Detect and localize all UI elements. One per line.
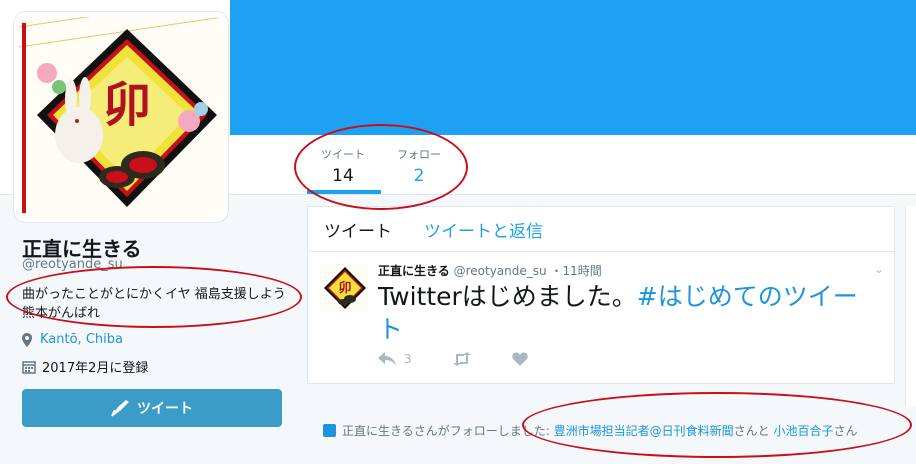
retweet-icon <box>452 352 471 366</box>
active-stat-indicator <box>307 190 381 194</box>
avatar-kanji: 卯 <box>103 77 151 133</box>
tab-tweets[interactable]: ツイート <box>308 217 408 242</box>
follow-notice-suffix: さん <box>833 424 858 438</box>
tweet-avatar[interactable]: 卯 <box>320 264 368 312</box>
heart-icon <box>511 352 528 366</box>
tweet-text: Twitterはじめました。#はじめてのツイート <box>378 280 878 346</box>
profile-location[interactable]: Kantō, Chiba <box>22 332 123 347</box>
reply-icon <box>378 352 396 366</box>
chevron-down-icon[interactable]: ⌄ <box>874 262 884 276</box>
profile-bio: 曲がったことがとにかくイヤ 福島支援しよう 熊本がんばれ <box>22 287 286 321</box>
tweet-button-label: ツイート <box>137 400 193 416</box>
profile-joined-text: 2017年2月に登録 <box>42 361 149 376</box>
tweet-time[interactable]: ・11時間 <box>550 264 601 278</box>
reply-count: 3 <box>404 352 412 366</box>
followed-account-1[interactable]: 豊洲市場担当記者@日刊食料新聞 <box>554 424 734 438</box>
avatar-image: 卯 <box>19 17 223 217</box>
tweet-text-body: Twitterはじめました。 <box>378 282 637 311</box>
tweet-item[interactable]: 卯 正直に生きる @reotyande_su ・11時間 ⌄ Twitterはじ… <box>308 252 894 384</box>
header-banner <box>230 0 916 135</box>
compose-quill-icon <box>111 400 129 417</box>
profile-handle[interactable]: @reotyande_su <box>22 257 123 272</box>
stat-tweets[interactable]: ツイート 14 <box>318 146 368 186</box>
right-sidebar-card <box>905 206 916 406</box>
tweet-actions: 3 <box>378 352 568 366</box>
profile-joined: 2017年2月に登録 <box>22 357 148 376</box>
person-icon <box>323 424 336 437</box>
tweet-avatar-kanji: 卯 <box>338 280 351 296</box>
tweet-author[interactable]: 正直に生きる <box>378 264 450 278</box>
tweet-header: 正直に生きる @reotyande_su ・11時間 <box>378 262 602 279</box>
followed-account-2[interactable]: 小池百合子 <box>773 424 833 438</box>
profile-location-text: Kantō, Chiba <box>40 332 123 347</box>
follow-notice: 正直に生きるさんがフォローしました: 豊洲市場担当記者@日刊食料新聞さんと 小池… <box>323 422 913 440</box>
stat-tweets-value: 14 <box>332 166 354 186</box>
calendar-icon <box>22 360 36 374</box>
tweet-handle[interactable]: @reotyande_su <box>454 264 547 278</box>
follow-notice-middle: さんと <box>733 424 774 438</box>
stat-tweets-label: ツイート <box>321 148 365 161</box>
like-action[interactable] <box>511 352 528 366</box>
timeline-tabs: ツイート ツイートと返信 <box>308 207 894 252</box>
location-pin-icon <box>22 332 32 347</box>
timeline-card: ツイート ツイートと返信 卯 正直に生きる @reotyande_su ・11時… <box>307 206 895 384</box>
follow-notice-prefix: 正直に生きるさんがフォローしました: <box>342 424 554 438</box>
tweet-button[interactable]: ツイート <box>22 389 282 427</box>
stat-following-label: フォロー <box>397 148 441 161</box>
tab-tweets-and-replies[interactable]: ツイートと返信 <box>408 217 559 242</box>
tweet-avatar-image: 卯 <box>320 264 368 312</box>
stat-following[interactable]: フォロー 2 <box>394 146 444 186</box>
retweet-action[interactable] <box>452 352 472 366</box>
profile-avatar[interactable]: 卯 <box>14 12 228 222</box>
reply-action[interactable]: 3 <box>378 352 412 366</box>
stat-following-value: 2 <box>413 166 425 186</box>
